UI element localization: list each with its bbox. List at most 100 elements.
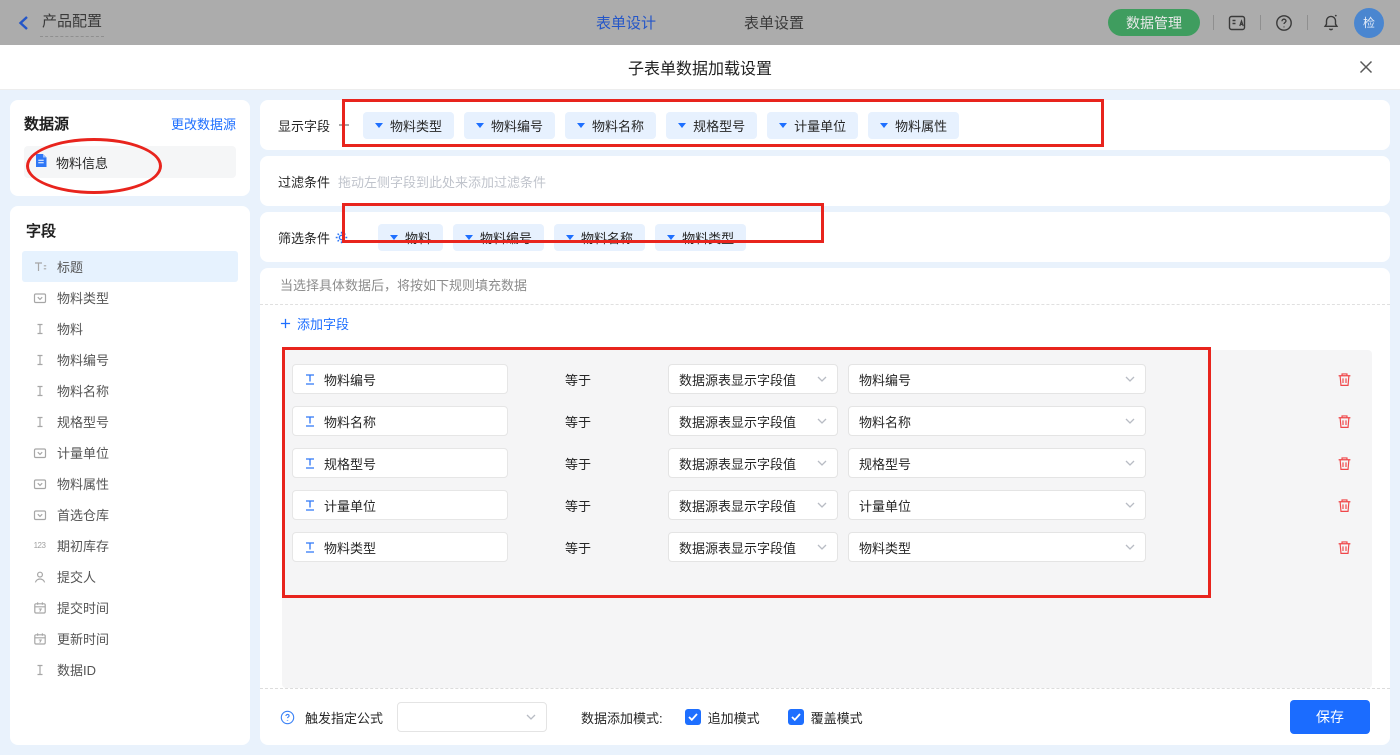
chevron-down-icon	[1125, 502, 1135, 508]
select-value: 物料类型	[859, 540, 912, 556]
divider	[260, 304, 1390, 305]
field-item-label: 物料类型	[57, 291, 110, 306]
field-item[interactable]: 更新时间	[22, 623, 238, 654]
rule-value-select[interactable]: 规格型号	[848, 448, 1146, 478]
display-field-tag[interactable]: 物料类型	[363, 111, 455, 139]
formula-select[interactable]	[397, 702, 548, 732]
equals-label: 等于	[565, 540, 592, 556]
screen-conditions-row: 筛选条件 物料 物料编号 物料名称 物料类型	[260, 212, 1390, 262]
tag-label: 物料编号	[491, 118, 544, 134]
screen-conditions-label: 筛选条件	[278, 230, 331, 246]
gear-icon[interactable]	[335, 231, 348, 244]
display-field-tag[interactable]: 计量单位	[767, 111, 859, 139]
caret-down-icon	[476, 122, 485, 128]
tab-form-settings[interactable]: 表单设置	[744, 12, 804, 33]
field-item[interactable]: 物料名称	[22, 375, 238, 406]
screen-condition-tag[interactable]: 物料名称	[554, 223, 646, 251]
rule-source-select[interactable]: 数据源表显示字段值	[668, 448, 838, 478]
translate-icon[interactable]	[1227, 13, 1247, 33]
field-item[interactable]: 首选仓库	[22, 499, 238, 530]
help-icon[interactable]	[1274, 13, 1294, 33]
title-field-icon	[31, 260, 48, 274]
field-item[interactable]: 物料	[22, 313, 238, 344]
rule-field-input[interactable]: 计量单位	[292, 490, 508, 520]
display-field-tag[interactable]: 物料属性	[868, 111, 960, 139]
trash-icon[interactable]	[1337, 414, 1352, 429]
tag-label: 计量单位	[794, 118, 847, 134]
subform-data-load-modal: 子表单数据加载设置 数据源 更改数据源 物料信息 字段 标题 物料类型 物料 物…	[0, 45, 1400, 755]
text-field-icon	[306, 500, 314, 511]
field-item-label: 规格型号	[57, 415, 110, 430]
rule-value-select[interactable]: 物料名称	[848, 406, 1146, 436]
field-item[interactable]: 提交人	[22, 561, 238, 592]
screen-condition-tag[interactable]: 物料类型	[655, 223, 747, 251]
display-field-tag[interactable]: 物料名称	[565, 111, 657, 139]
trash-icon[interactable]	[1337, 540, 1352, 555]
screen-condition-tag[interactable]: 物料	[378, 223, 444, 251]
field-item[interactable]: 标题	[22, 251, 238, 282]
field-item[interactable]: 123 期初库存	[22, 530, 238, 561]
text-field-icon	[306, 542, 314, 553]
close-icon[interactable]	[1358, 59, 1374, 75]
select-value: 物料名称	[859, 414, 912, 430]
chevron-down-icon	[1125, 544, 1135, 550]
rule-field-input[interactable]: 物料编号	[292, 364, 508, 394]
caret-down-icon	[375, 122, 384, 128]
rule-row: 物料名称 等于 数据源表显示字段值 物料名称	[292, 406, 1352, 436]
screen-condition-tag[interactable]: 物料编号	[453, 223, 545, 251]
rule-value-select[interactable]: 物料编号	[848, 364, 1146, 394]
field-item-label: 物料	[57, 322, 84, 337]
field-item-label: 数据ID	[57, 663, 97, 678]
add-field-button[interactable]: 添加字段	[260, 305, 369, 342]
change-datasource-link[interactable]: 更改数据源	[171, 114, 236, 133]
bell-icon[interactable]	[1321, 13, 1341, 33]
add-display-field-icon[interactable]	[338, 119, 350, 131]
rule-source-select[interactable]: 数据源表显示字段值	[668, 532, 838, 562]
help-circle-icon[interactable]	[280, 710, 295, 725]
tab-form-design[interactable]: 表单设计	[596, 12, 656, 33]
overwrite-mode-checkbox[interactable]: 覆盖模式	[787, 708, 863, 727]
field-item[interactable]: 物料类型	[22, 282, 238, 313]
rule-source-select[interactable]: 数据源表显示字段值	[668, 364, 838, 394]
data-add-mode-label: 数据添加模式:	[581, 710, 663, 726]
rule-field-input[interactable]: 物料类型	[292, 532, 508, 562]
field-item[interactable]: 规格型号	[22, 406, 238, 437]
display-field-tag[interactable]: 规格型号	[666, 111, 758, 139]
fields-title: 字段	[26, 223, 57, 240]
trash-icon[interactable]	[1337, 498, 1352, 513]
rule-field-input[interactable]: 规格型号	[292, 448, 508, 478]
field-item[interactable]: 提交时间	[22, 592, 238, 623]
rule-row: 物料编号 等于 数据源表显示字段值 物料编号	[292, 364, 1352, 394]
display-field-tag[interactable]: 物料编号	[464, 111, 556, 139]
filter-conditions-row[interactable]: 过滤条件 拖动左侧字段到此处来添加过滤条件	[260, 156, 1390, 206]
save-button[interactable]: 保存	[1290, 700, 1370, 734]
divider	[1260, 15, 1261, 30]
document-icon	[34, 153, 48, 171]
back-icon[interactable]	[16, 14, 32, 32]
field-item-label: 物料属性	[57, 477, 110, 492]
fields-list: 标题 物料类型 物料 物料编号 物料名称 规格型号 计量单位 物料属性 首选仓库…	[22, 251, 238, 685]
rule-value-select[interactable]: 物料类型	[848, 532, 1146, 562]
data-manage-button[interactable]: 数据管理	[1108, 9, 1200, 36]
trash-icon[interactable]	[1337, 456, 1352, 471]
avatar[interactable]: 检	[1354, 7, 1384, 38]
select-field-icon	[31, 508, 48, 522]
rule-value-select[interactable]: 计量单位	[848, 490, 1146, 520]
field-item-label: 提交时间	[57, 601, 110, 616]
append-mode-checkbox[interactable]: 追加模式	[684, 708, 760, 727]
datasource-item[interactable]: 物料信息	[24, 146, 236, 178]
tag-label: 规格型号	[693, 118, 746, 134]
field-item[interactable]: 物料编号	[22, 344, 238, 375]
field-item[interactable]: 物料属性	[22, 468, 238, 499]
rule-field-input[interactable]: 物料名称	[292, 406, 508, 436]
trash-icon[interactable]	[1337, 372, 1352, 387]
rule-source-select[interactable]: 数据源表显示字段值	[668, 406, 838, 436]
rules-panel: 物料编号 等于 数据源表显示字段值 物料编号 物料名称 等于 数据源表显示字段值…	[282, 350, 1372, 688]
field-item[interactable]: 计量单位	[22, 437, 238, 468]
rule-source-select[interactable]: 数据源表显示字段值	[668, 490, 838, 520]
back-label[interactable]: 产品配置	[40, 8, 105, 37]
text-field-icon	[306, 416, 314, 427]
field-item[interactable]: 数据ID	[22, 654, 238, 685]
select-value: 数据源表显示字段值	[679, 456, 797, 472]
select-value: 数据源表显示字段值	[679, 414, 797, 430]
